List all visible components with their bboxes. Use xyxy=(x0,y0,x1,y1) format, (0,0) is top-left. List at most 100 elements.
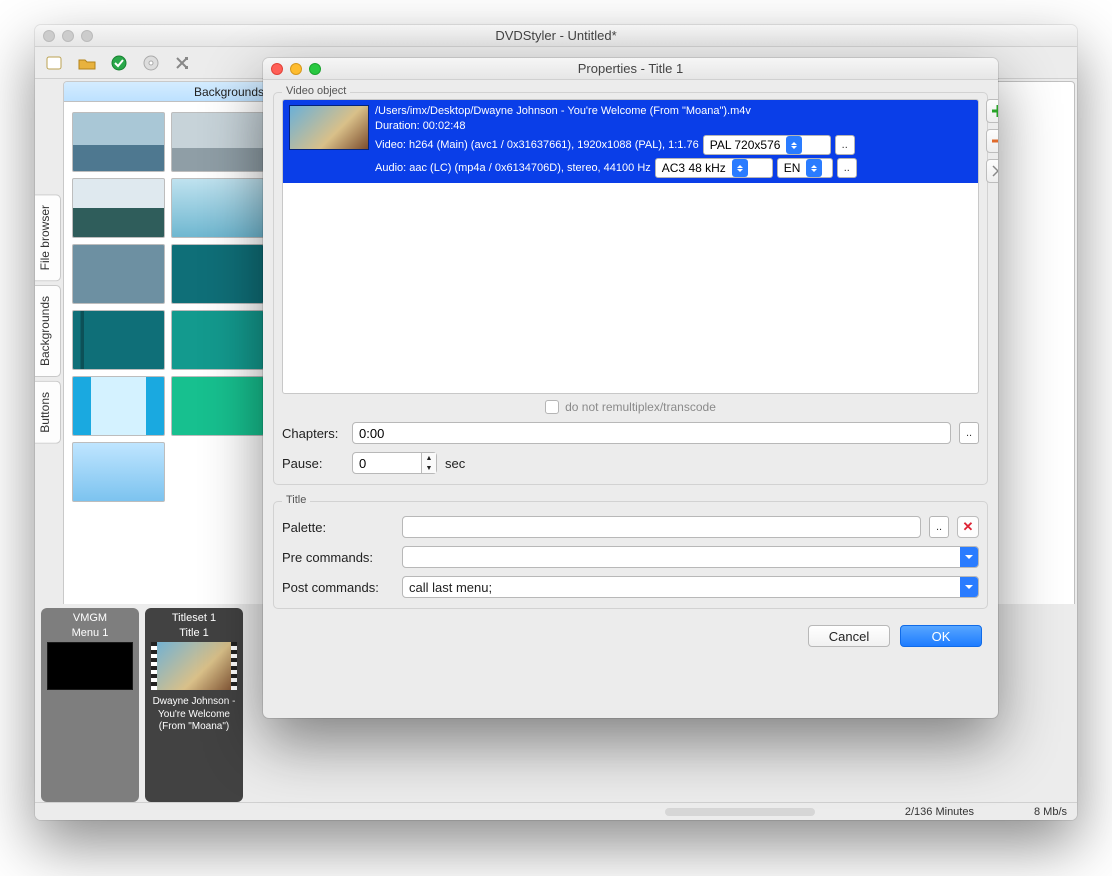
titleset-card[interactable]: Titleset 1 Title 1 Dwayne Johnson - You'… xyxy=(145,608,243,802)
vmgm-card[interactable]: VMGM Menu 1 xyxy=(41,608,139,802)
chevron-updown-icon xyxy=(786,136,802,154)
save-project-button[interactable] xyxy=(105,50,133,76)
palette-input[interactable] xyxy=(402,516,921,538)
vmgm-thumb xyxy=(47,642,133,690)
cancel-button[interactable]: Cancel xyxy=(808,625,890,647)
zoom-icon[interactable] xyxy=(81,30,93,42)
new-project-button[interactable] xyxy=(41,50,69,76)
scroll-indicator[interactable] xyxy=(665,808,815,816)
status-bitrate: 8 Mb/s xyxy=(1034,806,1067,818)
post-label: Post commands: xyxy=(282,580,394,595)
video-side-buttons xyxy=(986,99,998,183)
pause-stepper[interactable]: ▲▼ xyxy=(352,452,437,474)
post-commands-combo[interactable]: call last menu; xyxy=(402,576,979,598)
step-up-icon[interactable]: ▲ xyxy=(422,453,436,463)
audio-lang-value: EN xyxy=(784,161,801,175)
props-button[interactable] xyxy=(986,159,998,183)
video-row[interactable]: /Users/imx/Desktop/Dwayne Johnson - You'… xyxy=(283,100,978,183)
zoom-icon[interactable] xyxy=(309,63,321,75)
chevron-updown-icon xyxy=(806,159,822,177)
chevron-updown-icon xyxy=(732,159,748,177)
ok-button[interactable]: OK xyxy=(900,625,982,647)
open-project-button[interactable] xyxy=(73,50,101,76)
vmgm-head: VMGM xyxy=(73,612,107,624)
chevron-down-icon xyxy=(960,547,978,567)
stepper-buttons[interactable]: ▲▼ xyxy=(422,452,437,474)
bg-thumb[interactable] xyxy=(72,178,165,238)
video-format-value: PAL 720x576 xyxy=(710,138,781,152)
settings-button[interactable] xyxy=(169,50,197,76)
remux-label: do not remultiplex/transcode xyxy=(565,400,716,414)
pre-commands-combo[interactable] xyxy=(402,546,979,568)
title-group-label: Title xyxy=(282,494,310,506)
chevron-down-icon xyxy=(960,577,978,597)
tab-buttons[interactable]: Buttons xyxy=(35,381,61,444)
title-group: Title Palette: .. ✕ Pre commands: Post c… xyxy=(273,501,988,609)
bg-thumb[interactable] xyxy=(171,376,264,436)
titleset-head: Titleset 1 xyxy=(172,612,216,624)
palette-label: Palette: xyxy=(282,520,394,535)
video-path: /Users/imx/Desktop/Dwayne Johnson - You'… xyxy=(375,105,972,117)
dialog-traffic-lights[interactable] xyxy=(271,63,321,75)
bg-thumb[interactable] xyxy=(171,310,264,370)
video-object-label: Video object xyxy=(282,85,350,97)
video-object-group: Video object /Users/imx/Desktop/Dwayne J… xyxy=(273,92,988,485)
video-format-select[interactable]: PAL 720x576 xyxy=(703,135,831,155)
bg-thumb[interactable] xyxy=(171,244,264,304)
pause-unit: sec xyxy=(445,456,465,471)
dialog-titlebar: Properties - Title 1 xyxy=(263,58,998,80)
video-info: /Users/imx/Desktop/Dwayne Johnson - You'… xyxy=(375,105,972,178)
remux-row: do not remultiplex/transcode xyxy=(282,394,979,414)
audio-lang-select[interactable]: EN xyxy=(777,158,833,178)
vmgm-sub: Menu 1 xyxy=(72,627,109,639)
main-titlebar: DVDStyler - Untitled* xyxy=(35,25,1077,47)
tab-backgrounds[interactable]: Backgrounds xyxy=(35,285,61,377)
titleset-caption: Dwayne Johnson - You're Welcome (From "M… xyxy=(149,696,239,734)
close-icon[interactable] xyxy=(43,30,55,42)
step-down-icon[interactable]: ▼ xyxy=(422,463,436,473)
chapters-input[interactable] xyxy=(352,422,951,444)
dialog-buttons: Cancel OK xyxy=(263,611,998,647)
bg-thumb[interactable] xyxy=(171,112,264,172)
post-value: call last menu; xyxy=(409,580,492,595)
video-more-button[interactable]: .. xyxy=(835,135,855,155)
remove-button[interactable] xyxy=(986,129,998,153)
main-title: DVDStyler - Untitled* xyxy=(495,28,616,43)
remux-checkbox[interactable] xyxy=(545,400,559,414)
add-button[interactable] xyxy=(986,99,998,123)
bg-thumb[interactable] xyxy=(72,376,165,436)
backgrounds-grid xyxy=(64,102,272,512)
video-stream-info: Video: h264 (Main) (avc1 / 0x31637661), … xyxy=(375,139,699,151)
bg-thumb[interactable] xyxy=(72,244,165,304)
backgrounds-header: Backgrounds xyxy=(64,82,272,102)
dialog-title: Properties - Title 1 xyxy=(578,61,684,76)
bg-thumb[interactable] xyxy=(72,310,165,370)
burn-button[interactable] xyxy=(137,50,165,76)
pause-label: Pause: xyxy=(282,456,344,471)
minimize-icon[interactable] xyxy=(290,63,302,75)
video-duration: Duration: 00:02:48 xyxy=(375,120,972,132)
audio-more-button[interactable]: .. xyxy=(837,158,857,178)
titleset-thumb xyxy=(151,642,237,690)
video-thumb xyxy=(289,105,369,150)
main-traffic-lights[interactable] xyxy=(43,30,93,42)
titleset-sub: Title 1 xyxy=(179,627,209,639)
palette-more-button[interactable]: .. xyxy=(929,516,949,538)
video-list[interactable]: /Users/imx/Desktop/Dwayne Johnson - You'… xyxy=(282,99,979,394)
pre-label: Pre commands: xyxy=(282,550,394,565)
properties-dialog: Properties - Title 1 Video object /Users… xyxy=(263,58,998,718)
pause-input[interactable] xyxy=(352,452,422,474)
close-icon[interactable] xyxy=(271,63,283,75)
audio-stream-info: Audio: aac (LC) (mp4a / 0x6134706D), ste… xyxy=(375,162,651,174)
bg-thumb[interactable] xyxy=(171,178,264,238)
bg-thumb[interactable] xyxy=(72,442,165,502)
audio-format-select[interactable]: AC3 48 kHz xyxy=(655,158,773,178)
tab-file-browser[interactable]: File browser xyxy=(35,194,61,281)
minimize-icon[interactable] xyxy=(62,30,74,42)
palette-clear-button[interactable]: ✕ xyxy=(957,516,979,538)
audio-format-value: AC3 48 kHz xyxy=(662,161,726,175)
bg-thumb[interactable] xyxy=(72,112,165,172)
status-bar: 2/136 Minutes 8 Mb/s xyxy=(35,802,1077,820)
chapters-label: Chapters: xyxy=(282,426,344,441)
chapters-more-button[interactable]: .. xyxy=(959,422,979,444)
